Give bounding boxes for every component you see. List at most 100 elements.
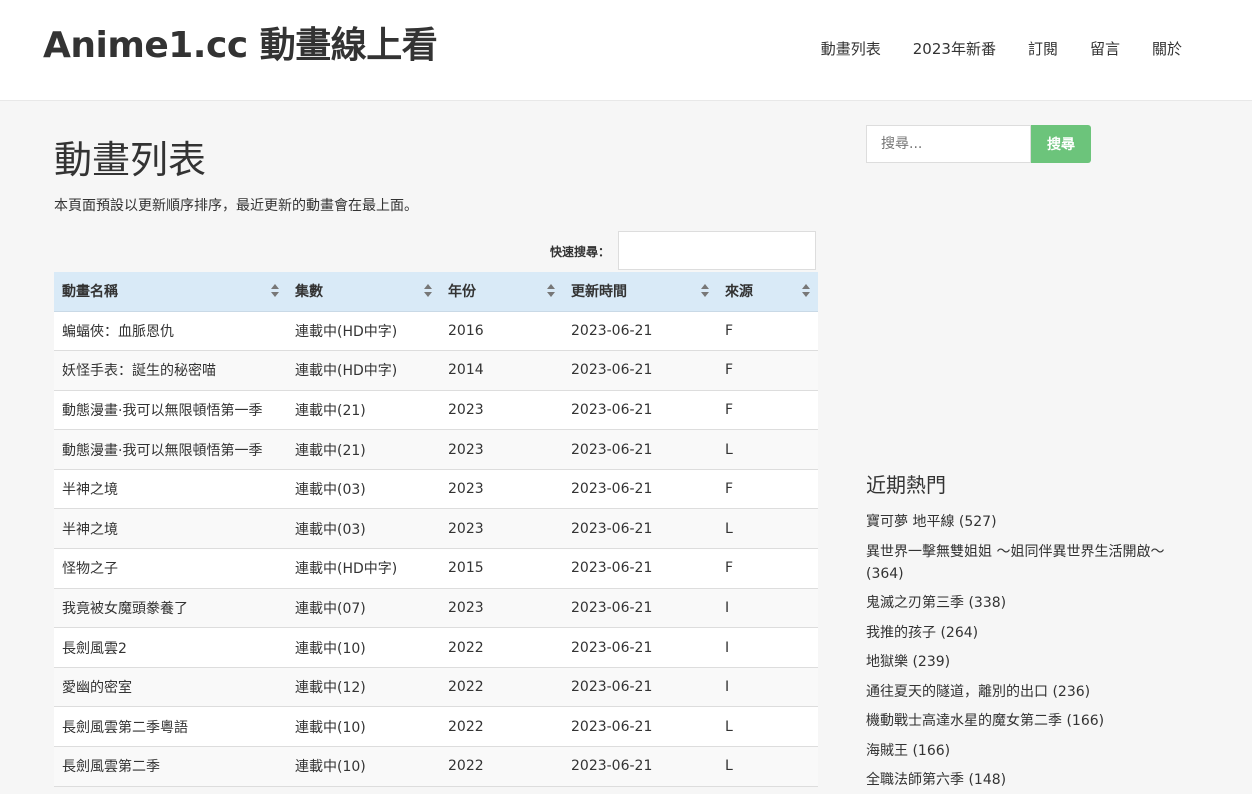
cell-source: L xyxy=(717,706,818,748)
cell-name[interactable]: 我竟被女魔頭豢養了 xyxy=(54,588,287,629)
cell-year: 2016 xyxy=(440,311,563,352)
cell-updated: 2023-06-21 xyxy=(563,706,717,748)
hot-item-link[interactable]: 機動戰士高達水星的魔女第二季 (166) xyxy=(866,713,1104,729)
header-year[interactable]: 年份 xyxy=(440,272,563,312)
sort-icon xyxy=(271,284,279,298)
sort-icon xyxy=(424,284,432,298)
quick-search-label: 快速搜尋： xyxy=(549,245,610,259)
site-header: Anime1.cc 動畫線上看 動畫列表 2023年新番 訂閱 留言 關於 xyxy=(0,0,1252,101)
table-row[interactable]: 長劍風雲2 連載中(10) 2022 2023-06-21 I xyxy=(54,627,818,668)
cell-year: 2022 xyxy=(440,627,563,668)
table-row[interactable]: 動態漫畫·我可以無限頓悟第一季 連載中(21) 2023 2023-06-21 F xyxy=(54,390,818,431)
cell-updated: 2023-06-21 xyxy=(563,350,717,391)
list-item: 機動戰士高達水星的魔女第二季 (166) xyxy=(866,710,1206,732)
search-button[interactable]: 搜尋 xyxy=(1031,125,1091,163)
search-input[interactable] xyxy=(866,125,1031,163)
table-row[interactable]: 長劍風雲第二季粵語 連載中(10) 2022 2023-06-21 L xyxy=(54,706,818,748)
cell-episodes: 連載中(03) xyxy=(287,508,440,550)
list-item: 地獄樂 (239) xyxy=(866,651,1206,673)
cell-updated: 2023-06-21 xyxy=(563,469,717,510)
cell-episodes: 連載中(21) xyxy=(287,390,440,431)
hot-item-link[interactable]: 海賊王 (166) xyxy=(866,743,950,759)
cell-name[interactable]: 動態漫畫·我可以無限頓悟第一季 xyxy=(54,429,287,470)
cell-updated: 2023-06-21 xyxy=(563,390,717,431)
cell-episodes: 連載中(10) xyxy=(287,627,440,668)
cell-source: L xyxy=(717,429,818,470)
cell-name[interactable]: 半神之境 xyxy=(54,508,287,550)
cell-year: 2023 xyxy=(440,390,563,431)
list-item: 鬼滅之刃第三季 (338) xyxy=(866,592,1206,614)
nav-subscribe[interactable]: 訂閱 xyxy=(1028,38,1058,59)
cell-source: F xyxy=(717,548,818,589)
hot-item-link[interactable]: 異世界一擊無雙姐姐 ～姐同伴異世界生活開啟～ (364) xyxy=(866,544,1164,582)
cell-name[interactable]: 長劍風雲第二季粵語 xyxy=(54,706,287,748)
table-row[interactable]: 妖怪手表：誕生的秘密喵 連載中(HD中字) 2014 2023-06-21 F xyxy=(54,350,818,391)
hot-item-link[interactable]: 鬼滅之刃第三季 (338) xyxy=(866,595,1006,611)
nav-2023-new[interactable]: 2023年新番 xyxy=(913,38,996,59)
table-row[interactable]: 我竟被女魔頭豢養了 連載中(07) 2023 2023-06-21 I xyxy=(54,588,818,629)
cell-episodes: 連載中(21) xyxy=(287,429,440,470)
cell-source: I xyxy=(717,588,818,629)
page-title: 動畫列表 xyxy=(54,138,207,182)
cell-name[interactable]: 妖怪手表：誕生的秘密喵 xyxy=(54,350,287,391)
header-episodes[interactable]: 集數 xyxy=(287,272,440,312)
cell-name[interactable]: 怪物之子 xyxy=(54,548,287,589)
cell-source: I xyxy=(717,667,818,708)
table-row[interactable]: 愛幽的密室 連載中(12) 2022 2023-06-21 I xyxy=(54,667,818,708)
table-header-row: 動畫名稱 集數 年份 更新時間 來源 xyxy=(54,272,818,312)
cell-source: F xyxy=(717,350,818,391)
cell-name[interactable]: 長劍風雲2 xyxy=(54,627,287,668)
header-source[interactable]: 來源 xyxy=(717,272,818,312)
cell-updated: 2023-06-21 xyxy=(563,508,717,550)
quick-search-input[interactable] xyxy=(618,231,816,270)
hot-item-link[interactable]: 全職法師第六季 (148) xyxy=(866,772,1006,788)
table-row[interactable]: 半神之境 連載中(03) 2023 2023-06-21 F xyxy=(54,469,818,510)
cell-name[interactable]: 長劍風雲第二季 xyxy=(54,746,287,787)
cell-name[interactable]: 半神之境 xyxy=(54,469,287,510)
anime-table: 動畫名稱 集數 年份 更新時間 來源 蝙蝠俠：血脈恩仇 連載中(HD中字) 2016… xyxy=(54,272,818,787)
sort-icon xyxy=(802,284,810,298)
hot-item-link[interactable]: 地獄樂 (239) xyxy=(866,654,950,670)
table-row[interactable]: 半神之境 連載中(03) 2023 2023-06-21 L xyxy=(54,508,818,550)
cell-episodes: 連載中(10) xyxy=(287,746,440,787)
cell-name[interactable]: 愛幽的密室 xyxy=(54,667,287,708)
cell-updated: 2023-06-21 xyxy=(563,548,717,589)
table-row[interactable]: 蝙蝠俠：血脈恩仇 連載中(HD中字) 2016 2023-06-21 F xyxy=(54,311,818,352)
cell-updated: 2023-06-21 xyxy=(563,429,717,470)
hot-item-link[interactable]: 通往夏天的隧道，離別的出口 (236) xyxy=(866,684,1090,700)
cell-year: 2014 xyxy=(440,350,563,391)
table-row[interactable]: 長劍風雲第二季 連載中(10) 2022 2023-06-21 L xyxy=(54,746,818,787)
cell-episodes: 連載中(HD中字) xyxy=(287,350,440,391)
sort-icon xyxy=(701,284,709,298)
nav-about[interactable]: 關於 xyxy=(1152,38,1182,59)
list-item: 海賊王 (166) xyxy=(866,740,1206,762)
cell-source: F xyxy=(717,469,818,510)
nav-comments[interactable]: 留言 xyxy=(1090,38,1120,59)
cell-year: 2022 xyxy=(440,706,563,748)
cell-name[interactable]: 蝙蝠俠：血脈恩仇 xyxy=(54,311,287,352)
cell-name[interactable]: 動態漫畫·我可以無限頓悟第一季 xyxy=(54,390,287,431)
list-item: 我推的孩子 (264) xyxy=(866,622,1206,644)
list-item: 全職法師第六季 (148) xyxy=(866,769,1206,791)
nav-anime-list[interactable]: 動畫列表 xyxy=(821,38,881,59)
header-updated[interactable]: 更新時間 xyxy=(563,272,717,312)
hot-item-link[interactable]: 寶可夢 地平線 (527) xyxy=(866,514,997,530)
hot-item-link[interactable]: 我推的孩子 (264) xyxy=(866,625,978,641)
table-row[interactable]: 怪物之子 連載中(HD中字) 2015 2023-06-21 F xyxy=(54,548,818,589)
table-row[interactable]: 動態漫畫·我可以無限頓悟第一季 連載中(21) 2023 2023-06-21 L xyxy=(54,429,818,470)
cell-year: 2023 xyxy=(440,588,563,629)
header-name[interactable]: 動畫名稱 xyxy=(54,272,287,312)
site-title[interactable]: Anime1.cc 動畫線上看 xyxy=(43,16,438,68)
cell-episodes: 連載中(07) xyxy=(287,588,440,629)
cell-source: F xyxy=(717,390,818,431)
cell-updated: 2023-06-21 xyxy=(563,746,717,787)
hot-widget-title: 近期熱門 xyxy=(866,473,946,497)
cell-episodes: 連載中(HD中字) xyxy=(287,311,440,352)
main-nav: 動畫列表 2023年新番 訂閱 留言 關於 xyxy=(821,38,1182,59)
sort-icon xyxy=(547,284,555,298)
cell-year: 2022 xyxy=(440,746,563,787)
list-item: 寶可夢 地平線 (527) xyxy=(866,511,1206,533)
cell-year: 2023 xyxy=(440,508,563,550)
cell-source: L xyxy=(717,746,818,787)
cell-source: I xyxy=(717,627,818,668)
